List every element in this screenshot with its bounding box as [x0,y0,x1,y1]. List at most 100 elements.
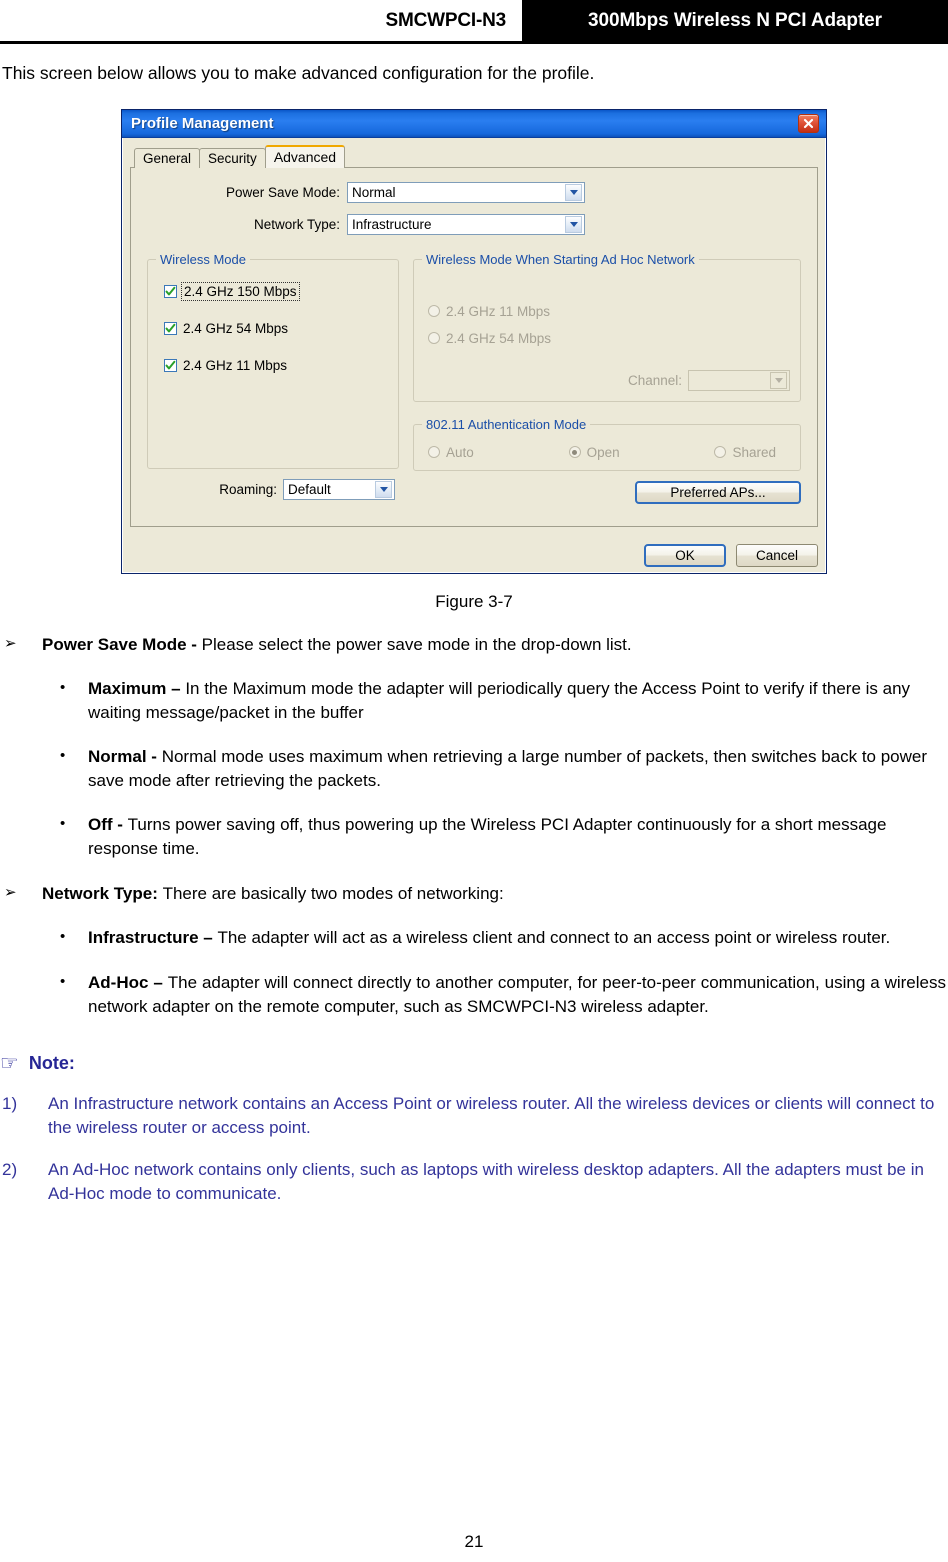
section-network-type: ➢ Network Type: There are basically two … [0,883,948,906]
term-power-save-mode: Power Save Mode - [42,634,202,654]
subitem-adhoc-text: Ad-Hoc – The adapter will connect direct… [88,971,948,1019]
radio-unselected-icon[interactable] [714,446,727,459]
chevron-down-icon [375,480,392,498]
body-adhoc: The adapter will connect directly to ano… [88,972,946,1016]
chevron-down-icon [565,215,582,233]
auth-mode-options: Auto Open Shared [424,443,790,462]
roaming-value: Default [288,481,331,497]
power-save-mode-row: Power Save Mode: Normal [147,181,801,203]
network-type-label: Network Type: [253,216,340,232]
auth-label-shared: Shared [732,444,776,460]
note-title: Note: [28,1052,75,1073]
radio-selected-icon[interactable] [568,446,581,459]
power-save-mode-label: Power Save Mode: [225,184,340,200]
wireless-mode-item-150[interactable]: 2.4 GHz 150 Mbps [164,281,388,301]
adhoc-wireless-mode-group: Wireless Mode When Starting Ad Hoc Netwo… [413,251,801,402]
adhoc-item-11[interactable]: 2.4 GHz 11 Mbps [428,304,790,319]
wireless-mode-legend: Wireless Mode [156,251,250,267]
note-item-2-text: An Ad-Hoc network contains only clients,… [48,1160,924,1204]
adhoc-label-54: 2.4 GHz 54 Mbps [446,330,552,346]
tab-general[interactable]: General [134,147,201,168]
header-product-code-area: SMCWPCI-N3 [0,0,522,41]
subitem-infrastructure-text: Infrastructure – The adapter will act as… [88,926,948,950]
subitem-infrastructure: • Infrastructure – The adapter will act … [0,926,948,950]
figure-caption: Figure 3-7 [435,591,513,611]
roaming-select[interactable]: Default [283,478,395,500]
auth-label-auto: Auto [446,444,474,460]
radio-unselected-icon[interactable] [428,332,440,345]
auth-mode-legend: 802.11 Authentication Mode [422,416,591,432]
roaming-row: Roaming: Default [147,478,399,500]
note-item-1-number: 1) [2,1093,18,1113]
tab-advanced[interactable]: Advanced [264,144,346,168]
dialog-footer: OK Cancel [122,535,826,573]
body-power-save-mode: Please select the power save mode in the… [201,634,632,654]
dot-bullet-icon: • [60,678,66,696]
radio-unselected-icon[interactable] [428,305,440,318]
wireless-mode-label-54: 2.4 GHz 54 Mbps [183,320,289,336]
ok-button[interactable]: OK [644,543,726,567]
note-item-1-text: An Infrastructure network contains an Ac… [48,1093,935,1137]
power-save-mode-select[interactable]: Normal [347,181,585,203]
adhoc-wireless-mode-legend: Wireless Mode When Starting Ad Hoc Netwo… [422,251,699,267]
network-type-select[interactable]: Infrastructure [347,213,585,235]
chevron-down-icon [770,371,787,389]
body-normal: Normal mode uses maximum when retrieving… [88,746,928,791]
note-heading: ☞ Note: [0,1053,948,1074]
checkbox-checked-icon[interactable] [164,321,177,335]
dialog-body: General Security Advanced Power Save Mod… [122,138,826,535]
page-number: 21 [464,1532,484,1551]
arrow-bullet-icon: ➢ [4,634,17,652]
preferred-aps-button[interactable]: Preferred APs... [635,480,801,504]
auth-mode-group: 802.11 Authentication Mode Auto Open Sha… [413,416,801,471]
chevron-down-icon [565,183,582,201]
auth-option-auto[interactable]: Auto [428,445,474,460]
auth-option-open[interactable]: Open [568,444,620,460]
subitem-maximum: • Maximum – In the Maximum mode the adap… [0,677,948,725]
note-item-1: 1) An Infrastructure network contains an… [0,1092,948,1140]
running-header: SMCWPCI-N3 300Mbps Wireless N PCI Adapte… [0,0,948,44]
body-maximum: In the Maximum mode the adapter will per… [88,678,911,722]
subitem-maximum-text: Maximum – In the Maximum mode the adapte… [88,677,948,725]
wireless-mode-item-11[interactable]: 2.4 GHz 11 Mbps [164,358,388,373]
profile-management-dialog: Profile Management General Security Adva… [121,108,827,574]
wireless-mode-group: Wireless Mode 2.4 GHz 150 Mbps 2.4 GHz 5… [147,251,399,469]
term-infrastructure: Infrastructure – [88,928,218,948]
term-adhoc: Ad-Hoc – [88,972,168,992]
checkbox-checked-icon[interactable] [164,284,177,298]
auth-option-shared[interactable]: Shared [714,445,776,460]
radio-unselected-icon[interactable] [428,446,440,459]
close-icon[interactable] [798,113,819,133]
subitem-normal-text: Normal - Normal mode uses maximum when r… [88,745,948,793]
body-network-type: There are basically two modes of network… [162,884,504,904]
adhoc-item-54[interactable]: 2.4 GHz 54 Mbps [428,331,790,346]
channel-select[interactable] [688,369,790,391]
term-normal: Normal - [88,746,162,766]
section-power-save-mode-text: Power Save Mode - Please select the powe… [42,634,948,657]
dialog-tabstrip: General Security Advanced [130,144,818,168]
dot-bullet-icon: • [60,972,66,990]
subitem-normal: • Normal - Normal mode uses maximum when… [0,745,948,793]
power-save-mode-value: Normal [352,184,396,200]
checkbox-checked-icon[interactable] [164,358,177,372]
wireless-mode-item-54[interactable]: 2.4 GHz 54 Mbps [164,321,388,336]
adhoc-and-auth-column: Wireless Mode When Starting Ad Hoc Netwo… [413,251,801,504]
term-off: Off - [88,815,128,835]
wireless-mode-label-11: 2.4 GHz 11 Mbps [183,357,288,373]
body-infrastructure: The adapter will act as a wireless clien… [217,928,891,948]
note-item-2: 2) An Ad-Hoc network contains only clien… [0,1158,948,1206]
subitem-adhoc: • Ad-Hoc – The adapter will connect dire… [0,971,948,1019]
tab-security[interactable]: Security [199,147,266,168]
note-item-2-number: 2) [2,1160,18,1179]
wireless-mode-label-150: 2.4 GHz 150 Mbps [181,281,300,301]
section-power-save-mode: ➢ Power Save Mode - Please select the po… [0,634,948,657]
dialog-title: Profile Management [131,114,274,132]
dialog-titlebar: Profile Management [122,109,826,138]
cancel-button[interactable]: Cancel [736,543,818,567]
preferred-aps-row: Preferred APs... [413,480,801,504]
channel-label: Channel: [627,372,682,388]
auth-label-open: Open [586,444,620,460]
advanced-tab-panel: Power Save Mode: Normal Network Type: In… [130,166,818,527]
network-type-row: Network Type: Infrastructure [147,213,801,235]
subitem-off-text: Off - Turns power saving off, thus power… [88,813,948,861]
